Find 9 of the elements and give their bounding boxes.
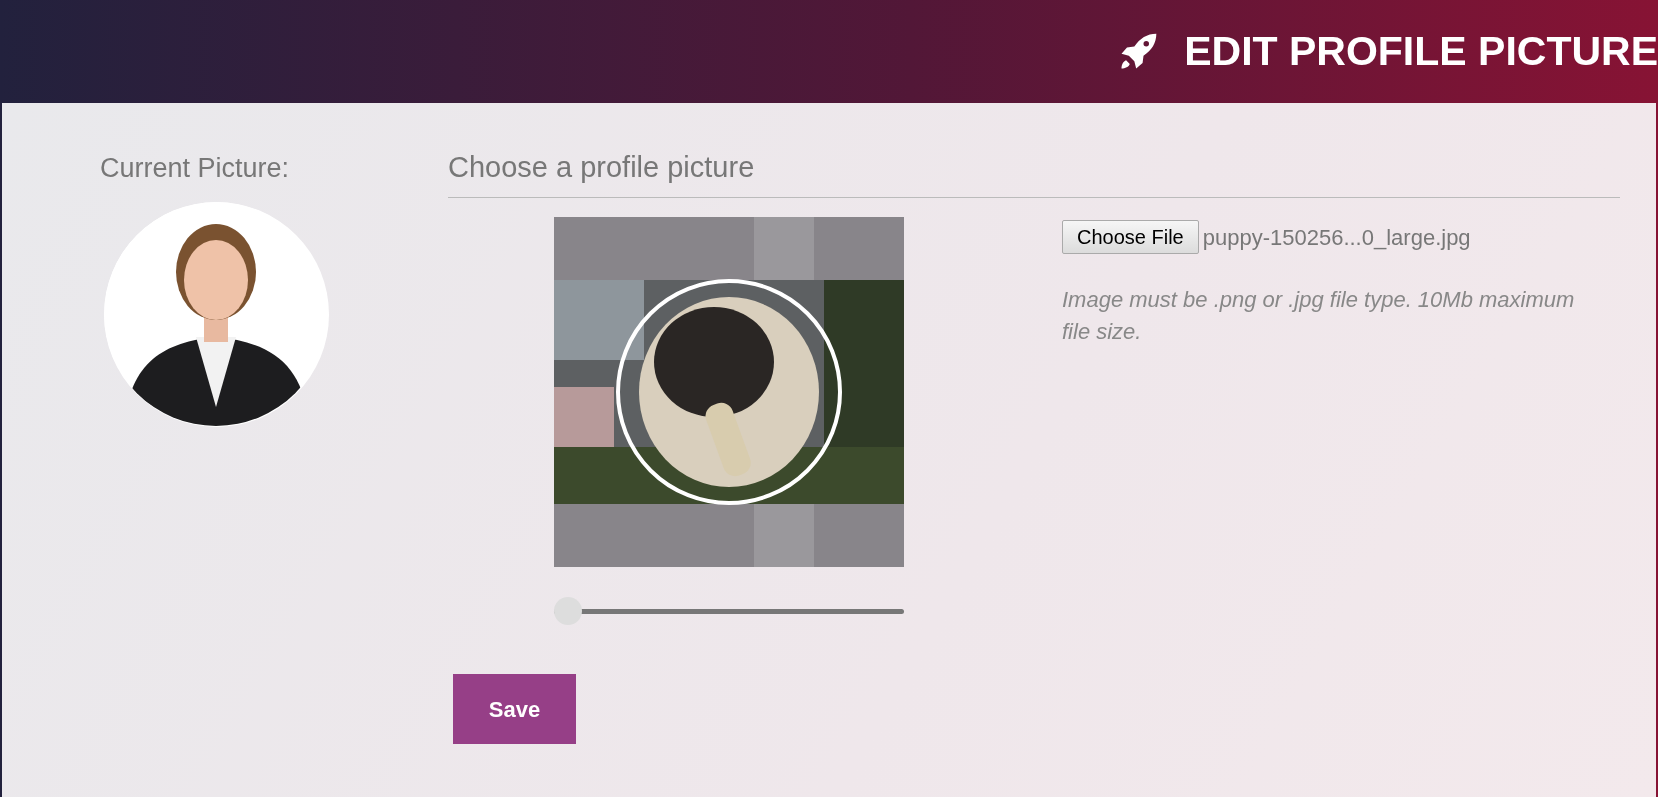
slider-thumb[interactable] [554, 597, 582, 625]
file-hint: Image must be .png or .jpg file type. 10Mb maximum file size. [1062, 286, 1576, 346]
choose-file-button[interactable]: Choose File [1062, 220, 1199, 254]
page-title: EDIT PROFILE PICTURE [1184, 26, 1658, 76]
zoom-slider[interactable] [554, 597, 904, 625]
section-heading: Choose a profile picture [448, 153, 1620, 198]
current-picture-label: Current Picture: [100, 155, 291, 182]
save-button[interactable]: Save [453, 674, 576, 744]
file-name: puppy-150256...0_large.jpg [1202, 223, 1471, 252]
